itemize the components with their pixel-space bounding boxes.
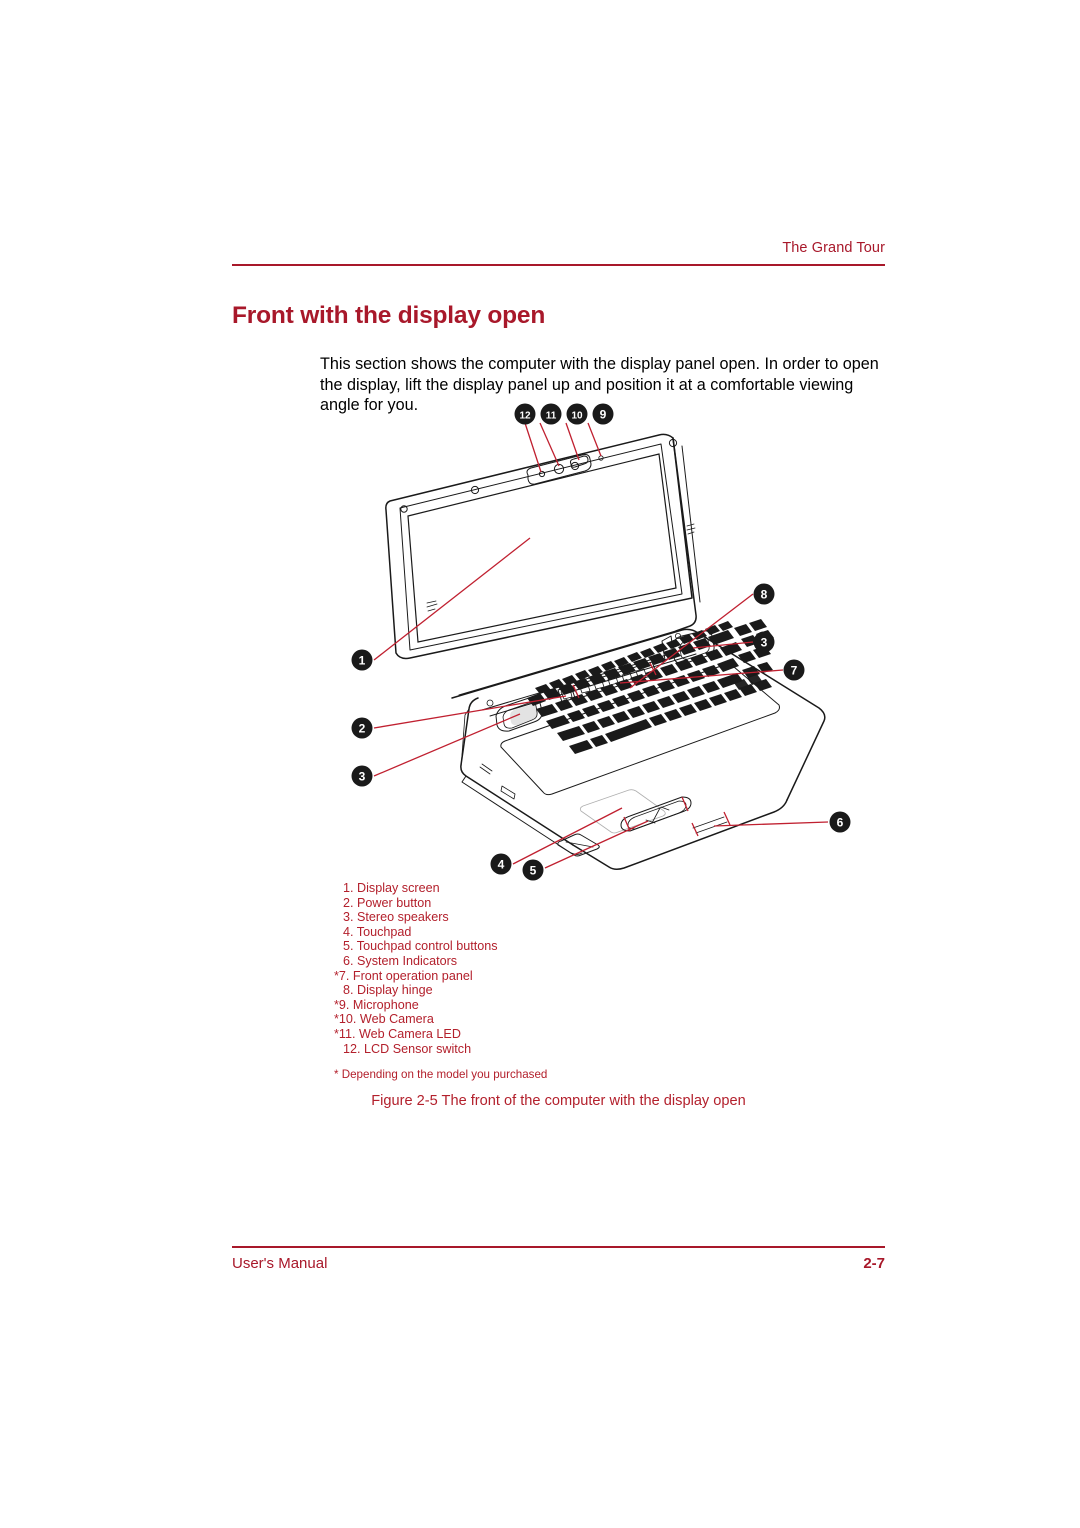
figure-illustration: .ln { fill:none; stroke:#1a1a1a; stroke-… bbox=[330, 398, 870, 888]
keyboard bbox=[500, 619, 780, 796]
callout-bubble-3-left: 3 bbox=[351, 765, 373, 787]
legend-item-1: 1. Display screen bbox=[343, 881, 440, 895]
callout-bubble-8: 8 bbox=[753, 583, 775, 605]
legend-item-6: 6. System Indicators bbox=[343, 953, 458, 968]
callout-label-5: 5 bbox=[530, 864, 537, 878]
touchpad-control-buttons bbox=[620, 796, 692, 832]
callout-label-7: 7 bbox=[791, 664, 798, 678]
callout-bubble-3-right: 3 bbox=[753, 631, 775, 653]
legend-item-7: *7. Front operation panel bbox=[334, 968, 473, 983]
callout-bubble-6: 6 bbox=[829, 811, 851, 833]
callout-label-3-right: 3 bbox=[761, 636, 768, 650]
legend-item-2: 2. Power button bbox=[343, 895, 432, 910]
legend-item-11: *11. Web Camera LED bbox=[334, 1026, 461, 1041]
page-title: Front with the display open bbox=[232, 302, 546, 330]
legend-item-3: 3. Stereo speakers bbox=[343, 910, 449, 925]
figure-caption: Figure 2-5 The front of the computer wit… bbox=[371, 1093, 746, 1109]
callout-bubble-2: 2 bbox=[351, 717, 373, 739]
document-page: The Grand Tour Front with the display op… bbox=[0, 0, 1080, 1528]
callout-bubble-11: 12 bbox=[514, 403, 536, 425]
callout-bubble-7: 7 bbox=[783, 659, 805, 681]
header-rule bbox=[232, 264, 885, 266]
callout-label-9: 9 bbox=[600, 408, 607, 422]
callout-label-11: 12 bbox=[519, 411, 531, 422]
figure-legend-list: 1. Display screen 2. Power button 3. Ste… bbox=[334, 881, 498, 1056]
footer-rule bbox=[232, 1246, 885, 1248]
callout-label-4: 4 bbox=[498, 858, 505, 872]
callout-label-12: 10 bbox=[571, 411, 583, 422]
base-screw-left bbox=[486, 699, 494, 707]
callout-bubble-5: 5 bbox=[522, 859, 544, 881]
callout-label-2: 2 bbox=[359, 722, 366, 736]
keyboard-row-space bbox=[569, 679, 772, 754]
callout-label-3-left: 3 bbox=[359, 770, 366, 784]
legend-item-12: 12. LCD Sensor switch bbox=[343, 1041, 472, 1056]
callout-label-10: 11 bbox=[546, 411, 557, 422]
callout-bubble-12: 10 bbox=[566, 403, 588, 425]
legend-item-9: *9. Microphone bbox=[334, 997, 419, 1012]
callout-bubble-10: 11 bbox=[540, 403, 562, 425]
callout-label-1: 1 bbox=[359, 654, 366, 668]
figure-footnote: * Depending on the model you purchased bbox=[334, 1068, 548, 1081]
callout-label-6: 6 bbox=[837, 816, 844, 830]
running-header: The Grand Tour bbox=[782, 240, 885, 256]
callout-bubble-9: 9 bbox=[592, 403, 614, 425]
display-hinge-column bbox=[672, 437, 701, 632]
legend-item-5: 5. Touchpad control buttons bbox=[343, 939, 498, 954]
callout-bubble-4: 4 bbox=[490, 853, 512, 875]
legend-item-10: *10. Web Camera bbox=[334, 1012, 434, 1027]
laptop-line-drawing: .ln { fill:none; stroke:#1a1a1a; stroke-… bbox=[351, 403, 851, 881]
callout-label-8: 8 bbox=[761, 588, 768, 602]
touchpad bbox=[579, 789, 666, 834]
system-indicators bbox=[692, 816, 728, 834]
callout-bubble-1: 1 bbox=[351, 649, 373, 671]
display-lid bbox=[385, 433, 693, 660]
footer-page-number: 2-7 bbox=[863, 1255, 885, 1272]
legend-item-8: 8. Display hinge bbox=[343, 983, 433, 998]
legend-item-4: 4. Touchpad bbox=[343, 924, 412, 939]
